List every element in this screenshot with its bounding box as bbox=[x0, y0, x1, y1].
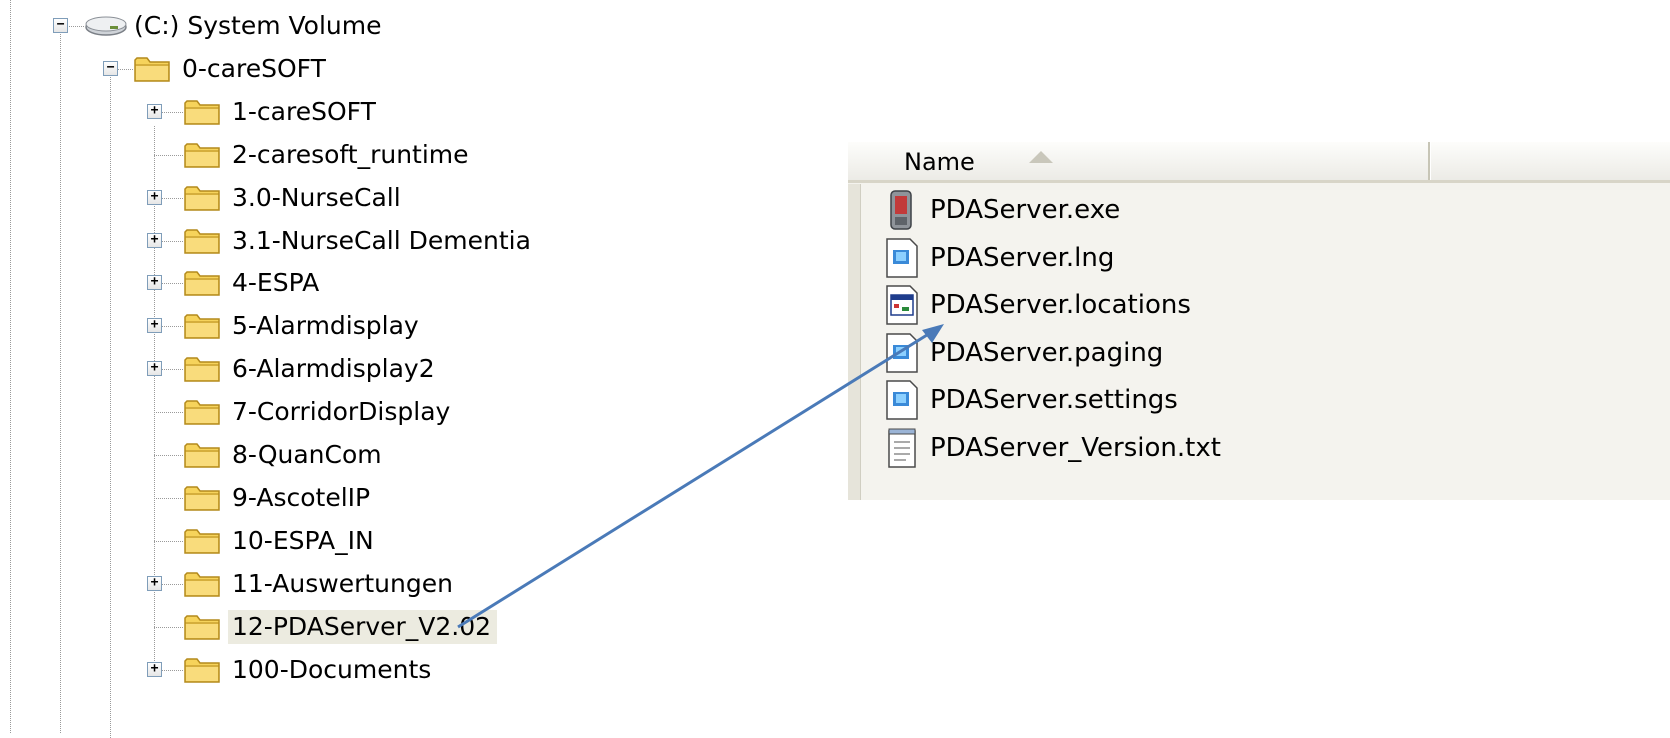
tree-item-label: 4-ESPA bbox=[232, 268, 320, 298]
folder-icon bbox=[183, 226, 221, 256]
tree-item-2-caresoft-runtime[interactable]: 2-caresoft_runtime bbox=[0, 136, 840, 174]
folder-tree: − (C:) System Volume − 0-careSOFT +1-careSOF… bbox=[0, 0, 840, 738]
tree-connector bbox=[154, 540, 183, 542]
tree-item-11-auswertungen[interactable]: +11-Auswertungen bbox=[0, 565, 840, 603]
tree-item-label: 8-QuanCom bbox=[232, 440, 382, 469]
expand-plus-icon[interactable]: + bbox=[147, 189, 162, 205]
tree-item-label: 12-PDAServer_V2.02 bbox=[228, 609, 498, 644]
tree-connector bbox=[154, 497, 183, 499]
expand-plus-icon[interactable]: + bbox=[147, 232, 162, 248]
file-item-pdaserver-settings[interactable]: PDAServer.settings bbox=[884, 378, 1424, 422]
file-name: PDAServer_Version.txt bbox=[930, 432, 1221, 463]
file-item-pdaserver-lng[interactable]: PDAServer.lng bbox=[884, 236, 1424, 280]
tree-item-label: 2-caresoft_runtime bbox=[232, 139, 469, 169]
tree-item-label: 0-careSOFT bbox=[182, 53, 326, 83]
tree-item-9-ascotelip[interactable]: 9-AscotelIP bbox=[0, 479, 840, 517]
generic-file-icon bbox=[884, 332, 920, 373]
expand-plus-icon[interactable]: + bbox=[147, 275, 162, 291]
tree-item-label: 3.0-NurseCall bbox=[232, 182, 401, 212]
file-name: PDAServer.lng bbox=[930, 242, 1115, 273]
folder-icon bbox=[183, 526, 221, 556]
tree-item-7-corridordisplay[interactable]: 7-CorridorDisplay bbox=[0, 393, 840, 431]
collapse-minus-icon[interactable]: − bbox=[53, 18, 68, 33]
tree-item-8-quancom[interactable]: 8-QuanCom bbox=[0, 436, 840, 474]
generic-file-icon bbox=[884, 237, 920, 278]
list-header: Name bbox=[848, 142, 1670, 183]
file-name: PDAServer.locations bbox=[930, 290, 1191, 320]
list-left-edge bbox=[848, 184, 861, 500]
tree-item-label: 9-AscotelIP bbox=[232, 482, 371, 512]
folder-icon bbox=[183, 97, 221, 127]
file-item-pdaserver-paging[interactable]: PDAServer.paging bbox=[884, 331, 1424, 375]
tree-item-label: 5-Alarmdisplay bbox=[232, 311, 419, 341]
file-item-pdaserver-exe[interactable]: PDAServer.exe bbox=[884, 188, 1424, 232]
tree-item-12-pdaserver-v2-02[interactable]: 12-PDAServer_V2.02 bbox=[0, 608, 840, 646]
tree-item-label: 3.1-NurseCall Dementia bbox=[232, 225, 531, 255]
tree-item-100-documents[interactable]: +100-Documents bbox=[0, 651, 840, 689]
folder-icon bbox=[183, 612, 221, 642]
tree-item-3-1-nursecall-dementia[interactable]: +3.1-NurseCall Dementia bbox=[0, 222, 840, 260]
folder-icon bbox=[133, 54, 171, 84]
hard-drive-icon bbox=[84, 11, 127, 41]
folder-icon bbox=[183, 569, 221, 599]
column-header-name-label: Name bbox=[904, 148, 975, 176]
tree-connector bbox=[154, 455, 183, 456]
column-header-name[interactable]: Name bbox=[872, 142, 1430, 180]
folder-icon bbox=[183, 268, 221, 298]
tree-connector bbox=[154, 412, 183, 414]
tree-item-label: 7-CorridorDisplay bbox=[232, 397, 451, 427]
tree-connector bbox=[154, 626, 183, 628]
folder-icon bbox=[183, 655, 221, 685]
generic-file-icon bbox=[884, 380, 920, 420]
executable-icon bbox=[884, 190, 920, 230]
tree-item-label: 6-Alarmdisplay2 bbox=[232, 354, 435, 384]
tree-item-label: 100-Documents bbox=[232, 654, 432, 684]
file-list-pane: Name PDAServer.exe PDAServer.lng PDAServer… bbox=[848, 142, 1670, 500]
expand-plus-icon[interactable]: + bbox=[147, 361, 162, 377]
file-name: PDAServer.settings bbox=[930, 385, 1178, 415]
folder-icon bbox=[183, 140, 221, 170]
file-item-pdaserver-locations[interactable]: PDAServer.locations bbox=[884, 283, 1424, 327]
tree-item-1-caresoft[interactable]: +1-careSOFT bbox=[0, 93, 840, 131]
tree-item-label: (C:) System Volume bbox=[134, 11, 382, 40]
expand-plus-icon[interactable]: + bbox=[147, 318, 162, 334]
tree-item-10-espa-in[interactable]: 10-ESPA_IN bbox=[0, 522, 840, 560]
file-name: PDAServer.exe bbox=[930, 195, 1121, 225]
tree-item-label: 1-careSOFT bbox=[232, 96, 376, 126]
folder-icon bbox=[183, 397, 221, 427]
tree-connector bbox=[154, 154, 183, 156]
tree-item-label: 11-Auswertungen bbox=[232, 568, 453, 598]
expand-plus-icon[interactable]: + bbox=[147, 575, 162, 591]
folder-icon bbox=[183, 483, 221, 513]
expand-plus-icon[interactable]: + bbox=[147, 661, 162, 677]
sort-ascending-icon bbox=[1029, 151, 1053, 163]
folder-icon bbox=[183, 183, 221, 213]
folder-icon bbox=[183, 440, 221, 470]
application-window-icon bbox=[884, 285, 920, 325]
collapse-minus-icon[interactable]: − bbox=[103, 60, 118, 76]
folder-icon bbox=[183, 311, 221, 341]
tree-item-4-espa[interactable]: +4-ESPA bbox=[0, 264, 840, 302]
expand-plus-icon[interactable]: + bbox=[147, 103, 162, 119]
tree-item-0-caresoft[interactable]: − 0-careSOFT bbox=[0, 50, 840, 88]
notepad-text-icon bbox=[884, 428, 920, 468]
tree-item-6-alarmdisplay2[interactable]: +6-Alarmdisplay2 bbox=[0, 350, 840, 388]
column-header-empty[interactable] bbox=[1430, 142, 1670, 180]
tree-item-5-alarmdisplay[interactable]: +5-Alarmdisplay bbox=[0, 307, 840, 345]
tree-item-label: 10-ESPA_IN bbox=[232, 525, 374, 555]
file-name: PDAServer.paging bbox=[930, 337, 1164, 368]
tree-item-3-0-nursecall[interactable]: +3.0-NurseCall bbox=[0, 179, 840, 217]
tree-item-system-volume[interactable]: − (C:) System Volume bbox=[0, 7, 840, 45]
folder-icon bbox=[183, 354, 221, 384]
file-item-pdaserver-version-txt[interactable]: PDAServer_Version.txt bbox=[884, 426, 1424, 470]
